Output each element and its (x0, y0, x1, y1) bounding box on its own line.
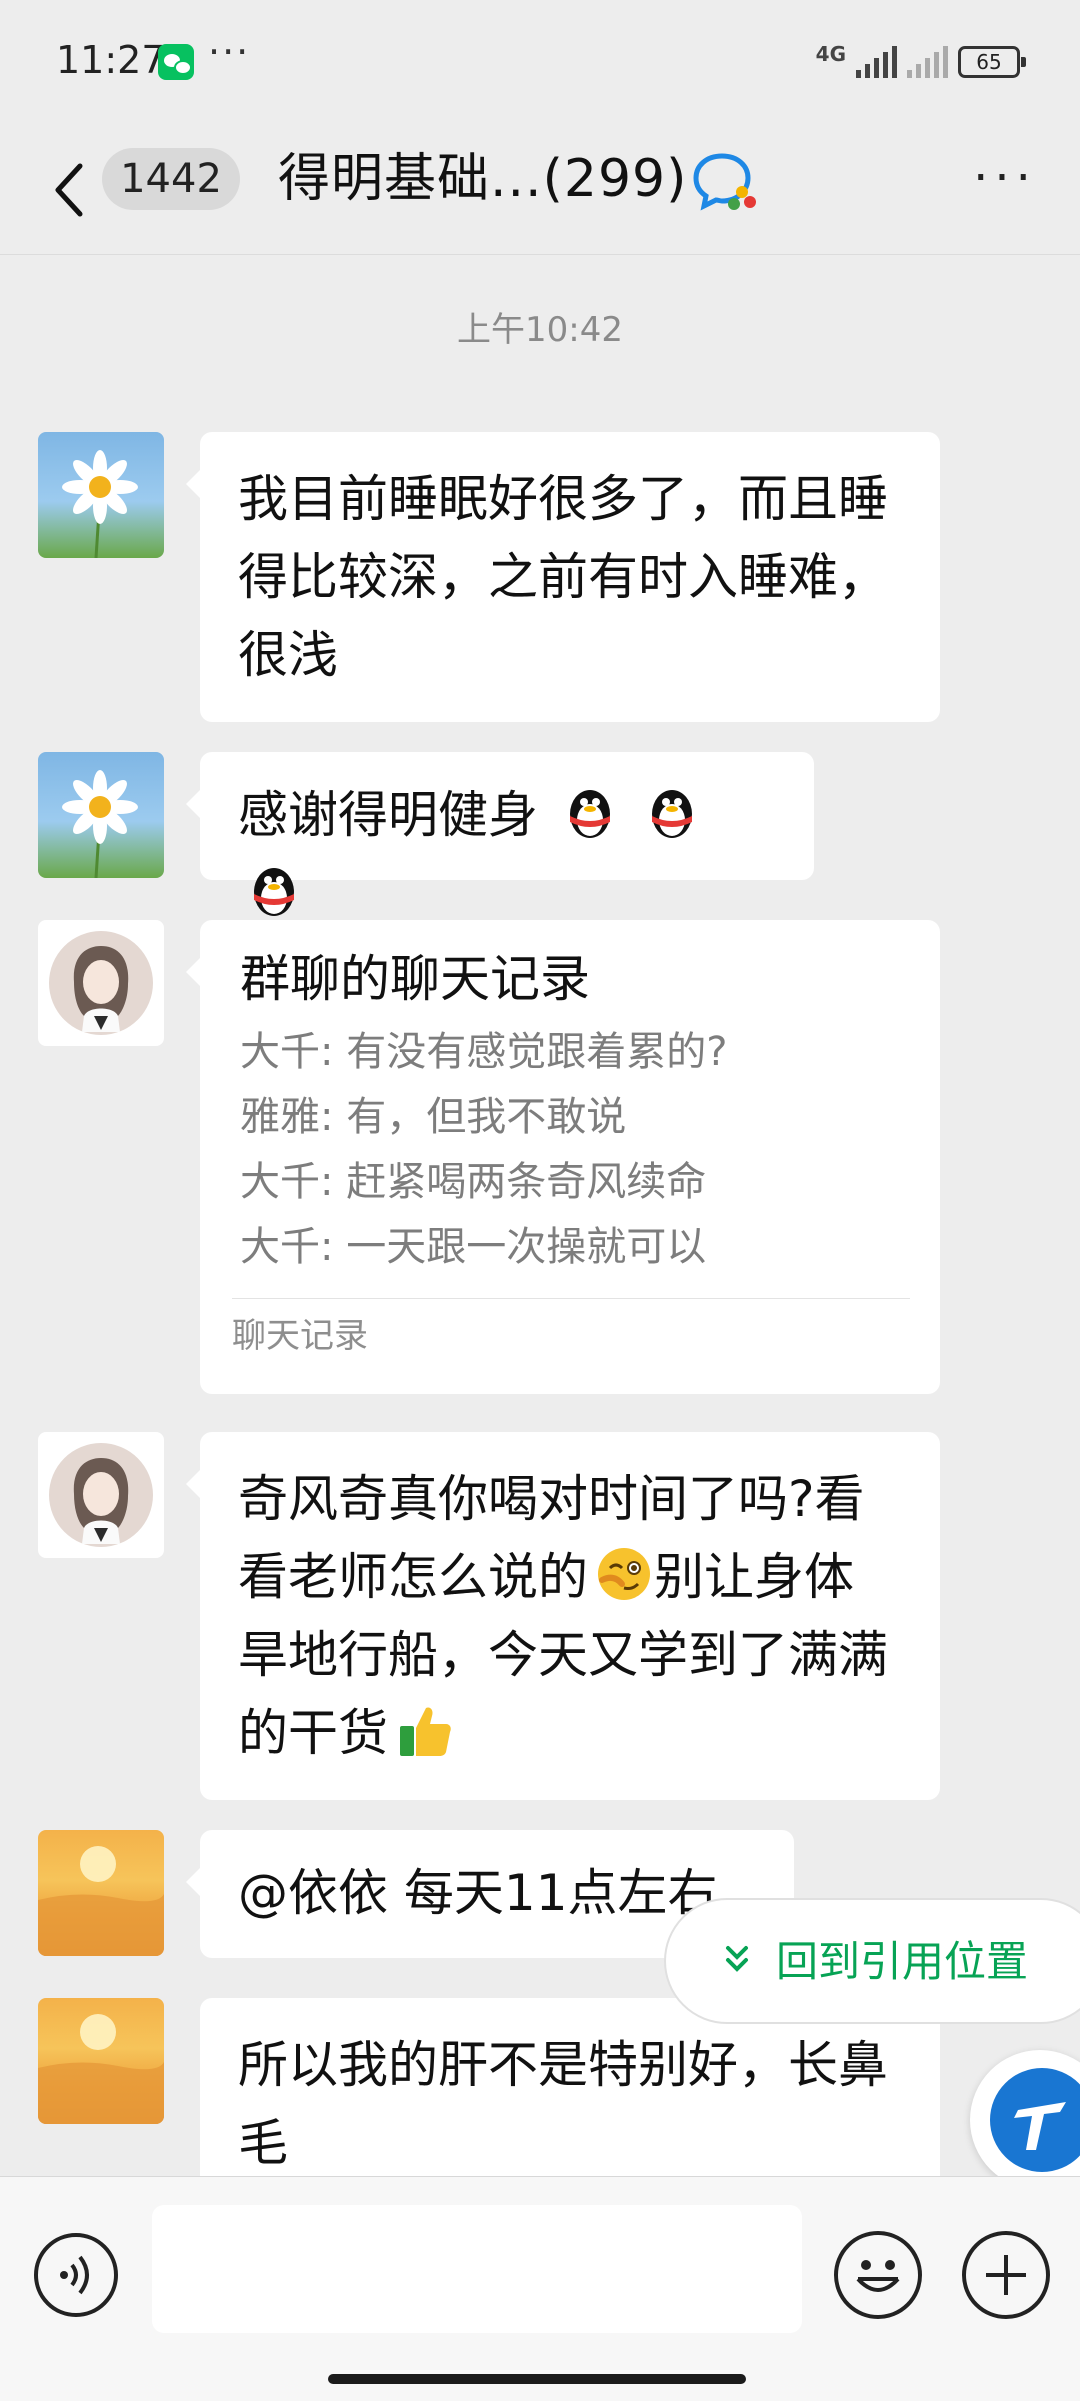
wechat-notification-icon (158, 44, 194, 80)
emoji-icon[interactable] (834, 2231, 922, 2319)
wink-emoji-icon (598, 1548, 650, 1600)
message-text: @依依 每天11点左右 (238, 1864, 718, 1922)
qq-penguin-emoji-icon (651, 790, 692, 838)
message-text: 我目前睡眠好很多了，而且睡得比较深，之前有时入睡难，很浅 (238, 470, 888, 684)
unread-count-badge[interactable]: 1442 (102, 148, 240, 210)
qq-penguin-emoji-icon (254, 868, 294, 916)
avatar[interactable] (38, 1432, 164, 1558)
chat-title[interactable]: 得明基础...(299) (278, 146, 687, 212)
jump-to-quote-label: 回到引用位置 (776, 1937, 1029, 1986)
message-bubble[interactable]: 我目前睡眠好很多了，而且睡得比较深，之前有时入睡难，很浅 (186, 432, 940, 722)
network-type: 4G (815, 42, 846, 66)
status-indicators: 4G 65 (815, 42, 1026, 82)
girl-avatar-image (49, 1443, 153, 1547)
avatar[interactable] (38, 1998, 164, 2124)
jump-to-quote-button[interactable]: 回到引用位置 (664, 1898, 1080, 2024)
chat-record-line: 大千: 赶紧喝两条奇风续命 (240, 1159, 707, 1205)
status-time: 11:27 (56, 38, 166, 82)
sunset-avatar-image (38, 1846, 164, 1956)
chat-record-line: 大千: 有没有感觉跟着累的? (240, 1029, 728, 1075)
chat-header: 1442 得明基础...(299) ··· (0, 128, 1080, 255)
message-input[interactable] (152, 2205, 802, 2333)
message-bubble[interactable]: 感谢得明健身 (186, 752, 814, 916)
sunset-avatar-image (38, 2014, 164, 2124)
daisy-avatar-image (62, 450, 138, 558)
more-icon[interactable]: ··· (970, 154, 1040, 204)
thumbs-up-emoji-icon (400, 1707, 451, 1756)
plus-icon[interactable] (962, 2231, 1050, 2319)
message-timestamp: 上午10:42 (457, 310, 623, 350)
voice-icon[interactable] (34, 2233, 118, 2317)
girl-avatar-image (49, 931, 153, 1035)
group-chat-icon[interactable] (690, 150, 762, 212)
avatar[interactable] (38, 432, 164, 558)
message-text: 所以我的肝不是特别好，长鼻毛 (238, 2036, 888, 2172)
chat-record-footer: 聊天记录 (232, 1316, 368, 1356)
signal-icon (856, 46, 897, 78)
chevron-left-icon[interactable] (48, 160, 92, 220)
chat-record-line: 雅雅: 有，但我不敢说 (240, 1094, 627, 1140)
qq-penguin-emoji-icon (569, 790, 610, 838)
chat-record-card[interactable]: 群聊的聊天记录 大千: 有没有感觉跟着累的? 雅雅: 有，但我不敢说 大千: 赶… (186, 920, 940, 1394)
avatar[interactable] (38, 920, 164, 1046)
signal-sim2-icon (907, 46, 948, 78)
floating-assistant-button[interactable] (970, 2050, 1080, 2190)
divider (232, 1298, 910, 1299)
chat-record-title: 群聊的聊天记录 (240, 950, 590, 1008)
floating-assistant-icon (990, 2068, 1080, 2172)
home-indicator[interactable] (328, 2374, 746, 2384)
message-bubble[interactable]: 所以我的肝不是特别好，长鼻毛 (200, 1998, 940, 2176)
avatar[interactable] (38, 1830, 164, 1956)
input-bar (0, 2176, 1080, 2401)
message-text: 感谢得明健身 (238, 786, 538, 844)
avatar[interactable] (38, 752, 164, 878)
battery-level: 65 (976, 50, 1002, 74)
status-bar: 11:27 ··· 4G 65 (0, 0, 1080, 128)
daisy-avatar-image (62, 770, 138, 878)
message-bubble[interactable]: 奇风奇真你喝对时间了吗?看看老师怎么说的 别让身体旱地行船，今天又学到了满满的干货 (186, 1432, 940, 1800)
double-chevron-down-icon (726, 1946, 748, 1972)
chat-record-line: 大千: 一天跟一次操就可以 (240, 1224, 707, 1270)
battery-icon: 65 (958, 46, 1026, 78)
more-notifications-icon: ··· (208, 30, 251, 74)
